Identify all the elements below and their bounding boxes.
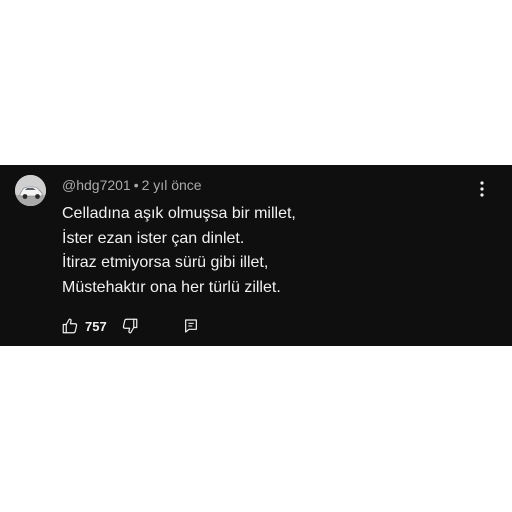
comment-card: @hdg7201 • 2 yıl önce Celladına aşık olmuş… [0,165,512,346]
comment-time[interactable]: 2 yıl önce [142,177,202,193]
reply-icon [184,319,197,333]
comment-line: Müstehaktır ona her türlü zillet. [62,278,281,296]
comment-header: @hdg7201 • 2 yıl önce [62,176,202,194]
comment-line: İster ezan ister çan dinlet. [62,229,245,247]
avatar[interactable] [15,175,46,206]
dislike-button[interactable] [121,317,139,335]
like-button[interactable]: 757 [61,317,107,335]
comment-actions: 757 [61,315,199,337]
like-count: 757 [85,318,107,334]
comment-text: Celladına aşık olmuşsa bir millet, İster… [62,202,296,300]
thumbs-up-icon [62,318,78,334]
separator-dot: • [133,177,139,193]
page: @hdg7201 • 2 yıl önce Celladına aşık olmuş… [0,0,512,512]
more-vert-icon [480,181,484,197]
comment-line: İtiraz etmiyorsa sürü gibi illet, [62,254,269,271]
comment-line: Celladına aşık olmuşsa bir millet, [62,205,296,222]
reply-button[interactable] [183,318,199,334]
thumbs-down-icon [122,318,138,334]
car-avatar-icon [15,175,46,206]
author-handle[interactable]: @hdg7201 [62,177,131,193]
more-options-button[interactable] [472,179,492,199]
